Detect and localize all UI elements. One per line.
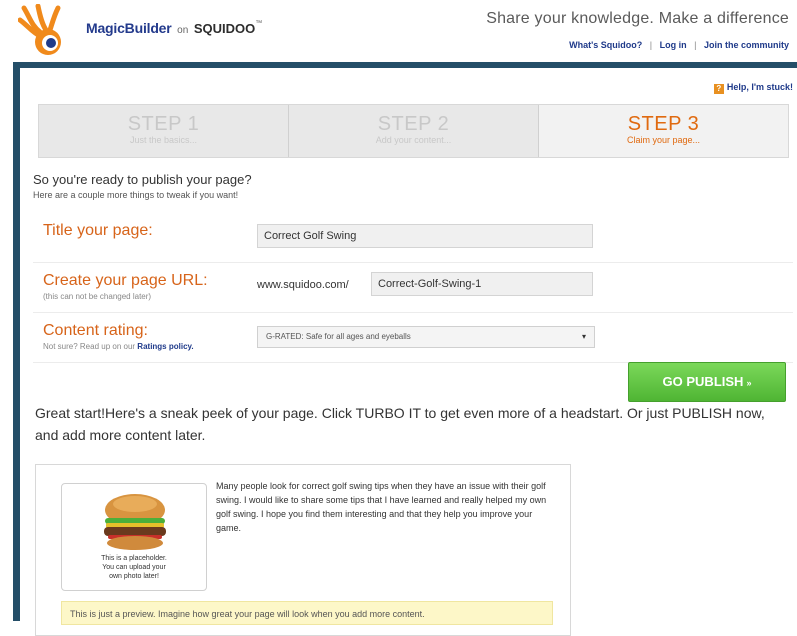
preview-note: This is just a preview. Imagine how grea… [61,601,553,625]
burger-placeholder-icon [104,494,166,550]
brand-tm: ™ [255,20,263,27]
step-subtitle: Just the basics... [129,135,198,145]
rating-selected-value: G-RATED: Safe for all ages and eyeballs [266,332,411,341]
page-preview: This is a placeholder. You can upload yo… [35,464,571,636]
go-publish-label: GO PUBLISH [662,374,744,389]
intro-title: So you're ready to publish your page? [33,172,252,187]
brand-squidoo: SQUIDOO [193,21,256,36]
photo-placeholder[interactable]: This is a placeholder. You can upload yo… [61,483,207,591]
chevron-down-icon: ▾ [581,332,586,341]
step-2[interactable]: STEP 2 Add your content... [289,105,539,157]
squidoo-logo-icon[interactable] [18,4,74,60]
step-title: STEP 3 [627,113,700,135]
photo-caption-line: This is a placeholder. [101,555,167,562]
url-help: (this can not be changed later) [43,292,152,301]
link-separator: | [694,40,697,50]
preview-body: Many people look for correct golf swing … [216,481,547,533]
brand-magicbuilder: MagicBuilder [86,20,172,36]
step-3[interactable]: STEP 3 Claim your page... [539,105,788,157]
rating-select[interactable]: G-RATED: Safe for all ages and eyeballs … [257,326,595,348]
ratings-policy-link[interactable]: Ratings policy. [137,342,193,351]
sneak-peek-text: Great start!Here's a sneak peek of your … [35,405,765,443]
go-publish-button[interactable]: GO PUBLISH» [628,362,786,402]
site-tagline: Share your knowledge. Make a difference [486,10,789,27]
link-whats-squidoo[interactable]: What's Squidoo? [569,40,642,50]
url-prefix: www.squidoo.com/ [257,279,349,291]
rating-row: Content rating: Not sure? Read up on our… [33,312,793,363]
step-title: STEP 2 [377,113,450,135]
link-log-in[interactable]: Log in [660,40,687,50]
brand-on: on [177,25,189,36]
rating-help-prefix: Not sure? Read up on our [43,342,136,351]
step-subtitle: Add your content... [375,135,452,145]
help-icon: ? [713,84,724,94]
step-progress: STEP 1 Just the basics... STEP 2 Add you… [38,104,789,158]
title-input[interactable] [257,224,593,248]
step-1[interactable]: STEP 1 Just the basics... [39,105,289,157]
link-join-community[interactable]: Join the community [704,40,789,50]
url-input[interactable] [371,272,593,296]
url-row: Create your page URL: (this can not be c… [33,262,793,313]
rating-help: Not sure? Read up on our Ratings policy. [43,342,194,351]
rating-label: Content rating: [43,322,148,339]
help-link[interactable]: ? Help, I'm stuck! [713,82,793,94]
photo-caption: This is a placeholder. You can upload yo… [62,554,206,581]
photo-caption-line: own photo later! [109,573,159,580]
title-row: Title your page: [33,212,793,263]
site-header: MagicBuilder on SQUIDOO™ Share your know… [0,0,797,62]
url-label: Create your page URL: [43,272,208,289]
brand-name[interactable]: MagicBuilder on SQUIDOO™ [86,20,262,36]
link-separator: | [649,40,653,50]
step-title: STEP 1 [127,113,200,135]
intro-subtitle: Here are a couple more things to tweak i… [33,190,239,200]
builder-panel: ? Help, I'm stuck! STEP 1 Just the basics… [20,68,797,636]
photo-caption-line: You can upload your [102,564,166,571]
step-subtitle: Claim your page... [626,135,701,145]
top-links: What's Squidoo? | Log in | Join the comm… [569,40,789,50]
title-label: Title your page: [43,222,153,239]
arrow-right-icon: » [746,378,752,388]
help-label: Help, I'm stuck! [726,82,793,92]
